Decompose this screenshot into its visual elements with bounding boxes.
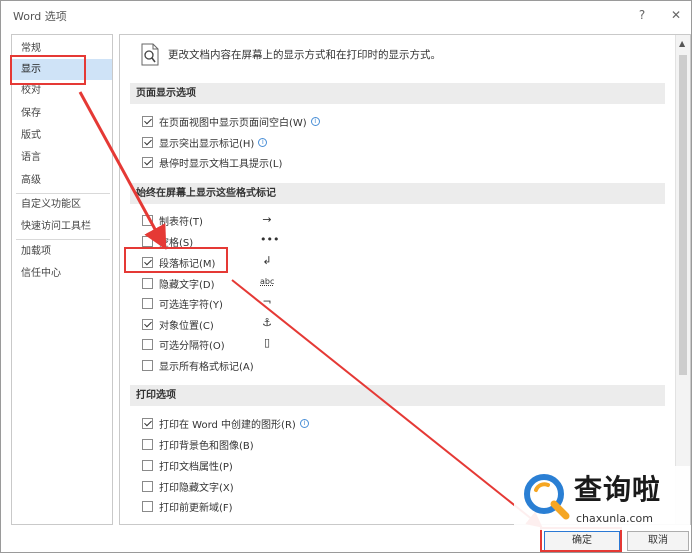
- watermark-brand: 查询啦: [574, 473, 662, 506]
- option-print-drawings[interactable]: 打印在 Word 中创建的图形(R) i: [142, 414, 309, 432]
- tab-arrow-icon: →: [262, 213, 272, 226]
- option-label: 打印隐藏文字(X): [159, 482, 234, 494]
- sidebar-item-customize-ribbon[interactable]: 自定义功能区: [12, 194, 112, 215]
- sidebar-item-trust-center[interactable]: 信任中心: [12, 263, 112, 284]
- option-label: 制表符(T): [159, 216, 203, 228]
- sidebar-item-language[interactable]: 语言: [12, 147, 112, 168]
- option-hidden-text[interactable]: 隐藏文字(D): [142, 274, 215, 292]
- checkbox[interactable]: [142, 338, 153, 350]
- option-label: 显示所有格式标记(A): [159, 361, 254, 373]
- checkbox[interactable]: [142, 438, 153, 450]
- checkbox[interactable]: [142, 480, 153, 492]
- hidden-text-icon: abc: [260, 277, 275, 286]
- option-label: 在页面视图中显示页面间空白(W): [159, 117, 307, 129]
- checkbox[interactable]: [142, 359, 153, 371]
- checkbox[interactable]: [142, 136, 153, 148]
- option-label: 悬停时显示文档工具提示(L): [159, 158, 283, 170]
- checkbox[interactable]: [142, 297, 153, 309]
- title-bar: Word 选项 ? ✕: [1, 1, 691, 29]
- space-dots-icon: •••: [260, 233, 280, 246]
- option-print-hidden-text[interactable]: 打印隐藏文字(X): [142, 477, 234, 495]
- option-label: 可选连字符(Y): [159, 299, 223, 311]
- vertical-scrollbar[interactable]: ▲: [675, 35, 690, 524]
- option-label: 对象位置(C): [159, 320, 214, 332]
- checkbox[interactable]: [142, 459, 153, 471]
- scroll-thumb[interactable]: [679, 55, 687, 375]
- option-label: 打印前更新域(F): [159, 502, 233, 514]
- option-label: 打印在 Word 中创建的图形(R): [159, 419, 296, 431]
- info-icon[interactable]: i: [299, 418, 309, 428]
- option-label: 打印文档属性(P): [159, 461, 233, 473]
- section-formatting-marks: 始终在屏幕上显示这些格式标记: [130, 183, 665, 204]
- paragraph-mark-icon: ↲: [262, 254, 272, 267]
- sidebar-item-save[interactable]: 保存: [12, 103, 112, 124]
- optional-break-icon: ▯: [263, 336, 271, 349]
- option-show-tooltips[interactable]: 悬停时显示文档工具提示(L): [142, 153, 282, 171]
- checkbox[interactable]: [142, 156, 153, 168]
- help-button[interactable]: ?: [633, 6, 651, 24]
- section-print-options: 打印选项: [130, 385, 665, 406]
- option-show-highlighter-marks[interactable]: 显示突出显示标记(H) i: [142, 133, 268, 151]
- scroll-up-icon[interactable]: ▲: [679, 39, 685, 48]
- window-title: Word 选项: [13, 10, 67, 23]
- section-page-display-options: 页面显示选项: [130, 83, 665, 104]
- cancel-button[interactable]: 取消: [627, 531, 689, 551]
- highlight-box-display: [10, 55, 86, 85]
- option-label: 隐藏文字(D): [159, 279, 215, 291]
- highlight-box-paragraph-marks: [124, 247, 228, 273]
- option-print-properties[interactable]: 打印文档属性(P): [142, 456, 233, 474]
- magnifier-logo-icon: [524, 474, 570, 520]
- checkbox[interactable]: [142, 417, 153, 429]
- anchor-icon: ⚓: [262, 316, 272, 329]
- close-button[interactable]: ✕: [667, 6, 685, 24]
- checkbox[interactable]: [142, 235, 153, 247]
- option-label: 打印背景色和图像(B): [159, 440, 254, 452]
- sidebar-item-quick-access-toolbar[interactable]: 快速访问工具栏: [12, 216, 112, 237]
- option-optional-breaks[interactable]: 可选分隔符(O): [142, 335, 225, 353]
- sidebar-item-add-ins[interactable]: 加载项: [12, 241, 112, 262]
- checkbox[interactable]: [142, 214, 153, 226]
- option-show-whitespace[interactable]: 在页面视图中显示页面间空白(W) i: [142, 112, 320, 130]
- sidebar-item-layout[interactable]: 版式: [12, 125, 112, 146]
- checkbox[interactable]: [142, 115, 153, 127]
- info-icon[interactable]: i: [258, 137, 268, 147]
- option-show-all-marks[interactable]: 显示所有格式标记(A): [142, 356, 254, 374]
- watermark: 查询啦 chaxunla.com: [514, 466, 690, 530]
- option-object-anchors[interactable]: 对象位置(C): [142, 315, 214, 333]
- option-print-background[interactable]: 打印背景色和图像(B): [142, 435, 254, 453]
- option-update-fields[interactable]: 打印前更新域(F): [142, 497, 233, 515]
- display-options-panel: 更改文档内容在屏幕上的显示方式和在打印时的显示方式。 页面显示选项 在页面视图中…: [119, 34, 691, 525]
- options-sidebar: 常规 显示 校对 保存 版式 语言 高级 自定义功能区 快速访问工具栏 加载项 …: [11, 34, 113, 525]
- option-tab-characters[interactable]: 制表符(T): [142, 211, 203, 229]
- document-magnifier-icon: [141, 43, 159, 66]
- sidebar-divider: [16, 239, 110, 240]
- checkbox[interactable]: [142, 500, 153, 512]
- watermark-domain: chaxunla.com: [576, 512, 653, 525]
- highlight-box-ok-button: [540, 527, 622, 552]
- checkbox[interactable]: [142, 277, 153, 289]
- info-icon[interactable]: i: [310, 116, 320, 126]
- option-label: 可选分隔符(O): [159, 340, 225, 352]
- panel-description: 更改文档内容在屏幕上的显示方式和在打印时的显示方式。: [168, 49, 441, 61]
- sidebar-item-advanced[interactable]: 高级: [12, 170, 112, 191]
- checkbox[interactable]: [142, 318, 153, 330]
- option-label: 显示突出显示标记(H): [159, 138, 255, 150]
- optional-hyphen-icon: ¬: [262, 295, 272, 308]
- option-optional-hyphens[interactable]: 可选连字符(Y): [142, 294, 223, 312]
